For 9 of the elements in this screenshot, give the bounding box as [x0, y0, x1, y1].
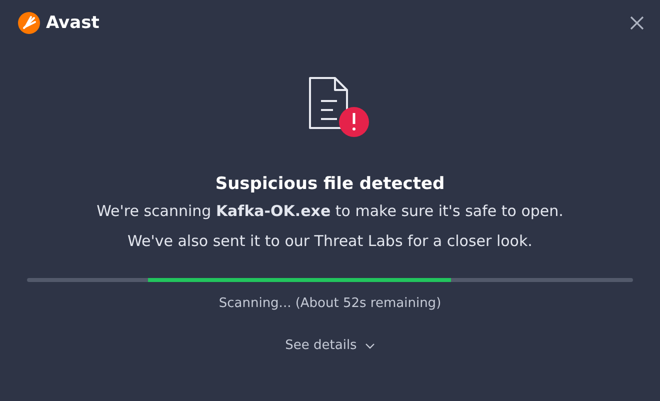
see-details-link[interactable]: See details: [279, 337, 381, 354]
logo-icon: [17, 11, 41, 35]
alert-title: Suspicious file detected: [215, 174, 445, 194]
chevron-icon: [364, 342, 375, 348]
scan-status: Scanning... (About 52s remaining): [218, 296, 442, 311]
close-button[interactable]: [628, 14, 646, 32]
alert-message: We've also sent it to our Threat Labs for a closer look.: [128, 232, 532, 250]
alert-message: We're scanning Kafka-OK.exe to make sure it's safe to open.: [96, 202, 564, 220]
app-name: Avast: [46, 13, 100, 33]
